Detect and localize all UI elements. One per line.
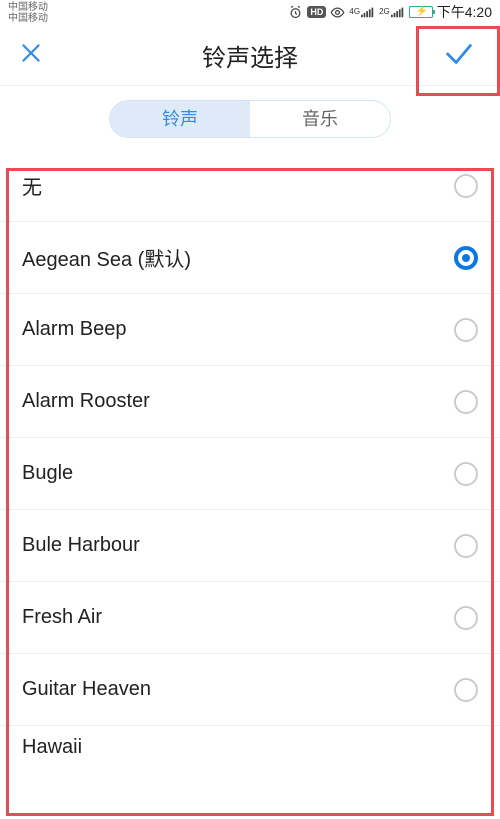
radio-icon [454,174,478,198]
tab-group: 铃声 音乐 [109,100,391,138]
radio-icon [454,534,478,558]
confirm-button[interactable] [418,26,500,86]
page-title: 铃声选择 [202,38,298,73]
header: 铃声选择 [0,26,500,86]
status-bar: 中国移动 中国移动 HD 4G 2G ⚡ 下午4:20 [0,0,500,26]
carrier-2: 中国移动 [8,13,48,24]
list-item-label: Bule Harbour [22,534,140,557]
list-item[interactable]: Bule Harbour [0,510,500,582]
radio-icon [454,606,478,630]
radio-icon [454,678,478,702]
ringtone-list: 无 Aegean Sea (默认) Alarm Beep Alarm Roost… [0,150,500,778]
list-item-label: Fresh Air [22,606,102,629]
list-item[interactable]: Bugle [0,438,500,510]
signal-2-icon: 2G [379,6,405,18]
list-item[interactable]: Guitar Heaven [0,654,500,726]
list-item-label: Aegean Sea (默认) [22,243,191,272]
check-icon [442,37,476,76]
alarm-clock-icon [288,5,303,20]
carrier-1: 中国移动 [8,2,48,13]
list-item-label: Alarm Rooster [22,390,150,413]
tab-bar: 铃声 音乐 [0,86,500,150]
list-item-label: 无 [22,171,42,200]
close-icon [18,40,44,71]
hd-badge: HD [307,6,326,18]
list-item-label: Bugle [22,462,73,485]
carrier-labels: 中国移动 中国移动 [8,2,48,24]
list-item-label: Alarm Beep [22,318,127,341]
battery-icon: ⚡ [409,6,433,18]
radio-icon [454,318,478,342]
radio-icon [454,462,478,486]
clock-time: 下午4:20 [437,2,492,22]
list-item[interactable]: Alarm Rooster [0,366,500,438]
list-item[interactable]: 无 [0,150,500,222]
tab-ringtone[interactable]: 铃声 [110,101,250,137]
radio-selected-icon [454,246,478,270]
close-button[interactable] [14,39,48,73]
list-item[interactable]: Hawaii [0,726,500,778]
list-item[interactable]: Aegean Sea (默认) [0,222,500,294]
list-item-label: Guitar Heaven [22,678,151,701]
status-right: HD 4G 2G ⚡ 下午4:20 [288,2,492,22]
tab-music[interactable]: 音乐 [250,101,390,137]
list-item[interactable]: Fresh Air [0,582,500,654]
radio-icon [454,390,478,414]
eye-icon [330,5,345,20]
signal-1-icon: 4G [349,6,375,18]
list-item-label: Hawaii [22,736,82,759]
list-item[interactable]: Alarm Beep [0,294,500,366]
